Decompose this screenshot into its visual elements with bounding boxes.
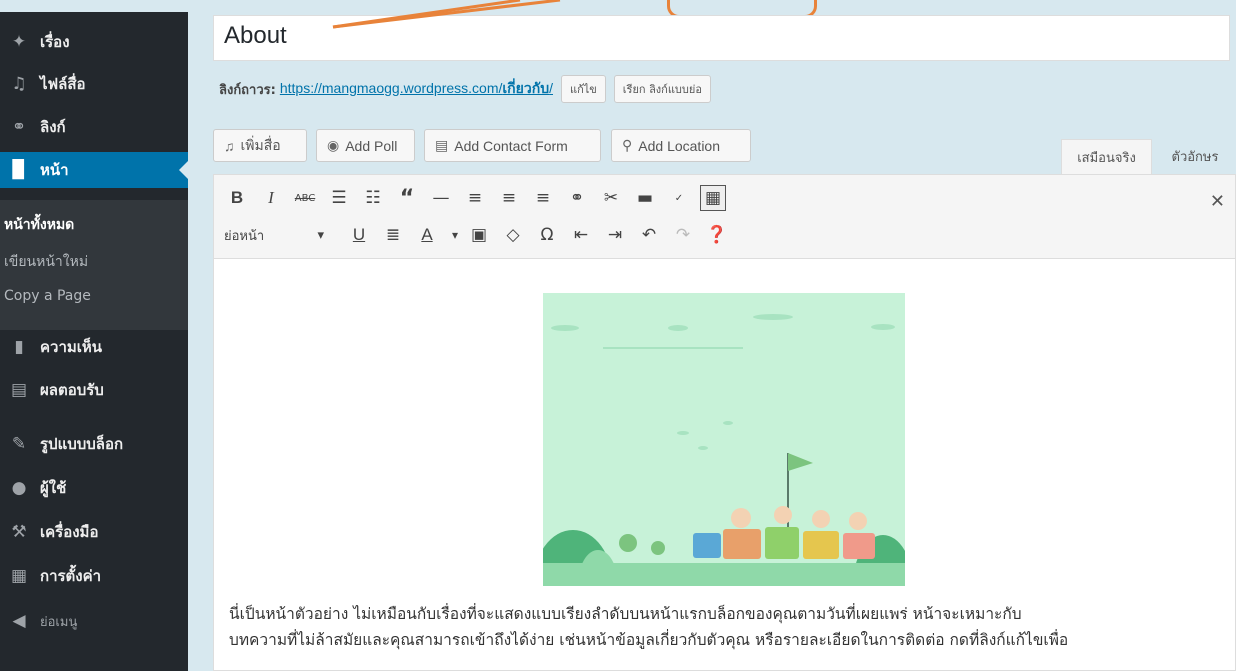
add-poll-button[interactable]: ◉ Add Poll: [316, 129, 415, 162]
permalink-row: ลิงก์ถาวร: https://mangmaogg.wordpress.c…: [219, 75, 711, 103]
media-icon: ♫: [11, 74, 27, 94]
kids-train-illustration: [543, 293, 905, 586]
users-icon: ●: [11, 478, 27, 498]
add-media-button[interactable]: ♫ เพิ่มสื่อ: [213, 129, 307, 162]
paste-text-icon[interactable]: ▣: [466, 222, 492, 248]
horizontal-rule-icon[interactable]: —: [428, 185, 454, 211]
chevron-down-icon: ▾: [317, 227, 324, 243]
sidebar-item-feedback[interactable]: ▤ ผลตอบรับ: [0, 372, 188, 408]
align-right-icon[interactable]: ≡: [530, 185, 556, 211]
submenu-add-new[interactable]: เขียนหน้าใหม่: [4, 251, 88, 273]
sidebar-item-settings[interactable]: ▦ การตั้งค่า: [0, 558, 188, 594]
submenu-all-pages[interactable]: หน้าทั้งหมด: [4, 214, 74, 236]
spellcheck-icon[interactable]: ✓: [666, 185, 692, 211]
italic-icon[interactable]: I: [258, 185, 284, 211]
undo-icon[interactable]: ↶: [636, 222, 662, 248]
get-shortlink-button[interactable]: เรียก ลิงก์แบบย่อ: [613, 75, 711, 103]
submenu-copy-page[interactable]: Copy a Page: [4, 288, 91, 304]
page-icon: ▉: [12, 160, 26, 180]
feedback-icon: ▤: [10, 380, 28, 400]
page-body-text[interactable]: นี่เป็นหน้าตัวอย่าง ไม่เหมือนกับเรื่องที…: [229, 601, 1229, 653]
tab-visual[interactable]: เสมือนจริง: [1061, 139, 1152, 174]
sidebar-item-tools[interactable]: ⚒ เครื่องมือ: [0, 514, 188, 550]
appearance-icon: ✎: [11, 434, 27, 454]
redo-icon[interactable]: ↷: [670, 222, 696, 248]
pages-submenu: หน้าทั้งหมด เขียนหน้าใหม่ Copy a Page: [0, 200, 188, 330]
bold-icon[interactable]: B: [224, 185, 250, 211]
collapse-icon: ◀: [12, 611, 26, 631]
settings-icon: ▦: [10, 566, 28, 586]
content-editor[interactable]: B I ABC ☰ ☷ “ — ≡ ≡ ≡ ⚭ ✂ ▬ ✓ ▦ ย่อหน้า …: [213, 174, 1236, 671]
insert-link-icon[interactable]: ⚭: [564, 185, 590, 211]
read-more-icon[interactable]: ▬: [632, 185, 658, 211]
add-location-button[interactable]: ⚲ Add Location: [611, 129, 751, 162]
underline-icon[interactable]: U: [346, 222, 372, 248]
numbered-list-icon[interactable]: ☷: [360, 185, 386, 211]
add-contact-form-button[interactable]: ▤ Add Contact Form: [424, 129, 601, 162]
outdent-icon[interactable]: ⇤: [568, 222, 594, 248]
permalink-url[interactable]: https://mangmaogg.wordpress.com/เกี่ยวกั…: [280, 78, 553, 100]
poll-icon: ◉: [327, 137, 340, 153]
align-left-icon[interactable]: ≡: [462, 185, 488, 211]
link-icon: ⚭: [11, 117, 27, 137]
clear-formatting-icon[interactable]: ◇: [500, 222, 526, 248]
tools-icon: ⚒: [11, 522, 27, 542]
text-color-chevron-icon[interactable]: ▾: [448, 222, 462, 248]
content-image[interactable]: [543, 293, 905, 586]
indent-icon[interactable]: ⇥: [602, 222, 628, 248]
comment-icon: ▮: [14, 337, 24, 357]
sidebar-item-users[interactable]: ● ผู้ใช้: [0, 470, 188, 506]
admin-sidebar: ✦ เรื่อง ♫ ไฟล์สื่อ ⚭ ลิงก์ ▉ หน้า หน้าท…: [0, 12, 188, 671]
sidebar-item-media[interactable]: ♫ ไฟล์สื่อ: [0, 66, 188, 102]
form-icon: ▤: [435, 137, 449, 153]
special-character-icon[interactable]: Ω: [534, 222, 560, 248]
location-pin-icon: ⚲: [622, 137, 633, 153]
sidebar-item-appearance[interactable]: ✎ รูปแบบบล็อก: [0, 426, 188, 462]
sidebar-item-comments[interactable]: ▮ ความเห็น: [0, 329, 188, 365]
remove-link-icon[interactable]: ✂: [598, 185, 624, 211]
toolbar-row-1: B I ABC ☰ ☷ “ — ≡ ≡ ≡ ⚭ ✂ ▬ ✓ ▦: [224, 183, 734, 213]
sidebar-item-links[interactable]: ⚭ ลิงก์: [0, 109, 188, 145]
strikethrough-icon[interactable]: ABC: [292, 185, 318, 211]
sidebar-item-pages[interactable]: ▉ หน้า: [0, 152, 188, 188]
annotation-arrow: [332, 0, 561, 29]
permalink-edit-button[interactable]: แก้ไข: [560, 75, 606, 103]
tab-text[interactable]: ตัวอักษร: [1155, 139, 1235, 174]
text-color-icon[interactable]: A: [414, 222, 440, 248]
media-icon: ♫: [224, 137, 235, 154]
toolbar-toggle-icon[interactable]: ▦: [700, 185, 726, 211]
sidebar-collapse-menu[interactable]: ◀ ย่อเมนู: [0, 603, 188, 639]
align-center-icon[interactable]: ≡: [496, 185, 522, 211]
blockquote-icon[interactable]: “: [394, 185, 420, 211]
justify-icon[interactable]: ≣: [380, 222, 406, 248]
editor-toolbar: B I ABC ☰ ☷ “ — ≡ ≡ ≡ ⚭ ✂ ▬ ✓ ▦ ย่อหน้า …: [214, 175, 1235, 259]
fullscreen-icon[interactable]: ✕: [1210, 191, 1225, 212]
permalink-label: ลิงก์ถาวร:: [219, 82, 276, 98]
format-select[interactable]: ย่อหน้า ▾: [224, 222, 332, 248]
help-icon[interactable]: ❓: [704, 222, 730, 248]
toolbar-row-2: ย่อหน้า ▾ U ≣ A ▾ ▣ ◇ Ω ⇤ ⇥ ↶ ↷ ❓: [224, 220, 738, 250]
bullet-list-icon[interactable]: ☰: [326, 185, 352, 211]
